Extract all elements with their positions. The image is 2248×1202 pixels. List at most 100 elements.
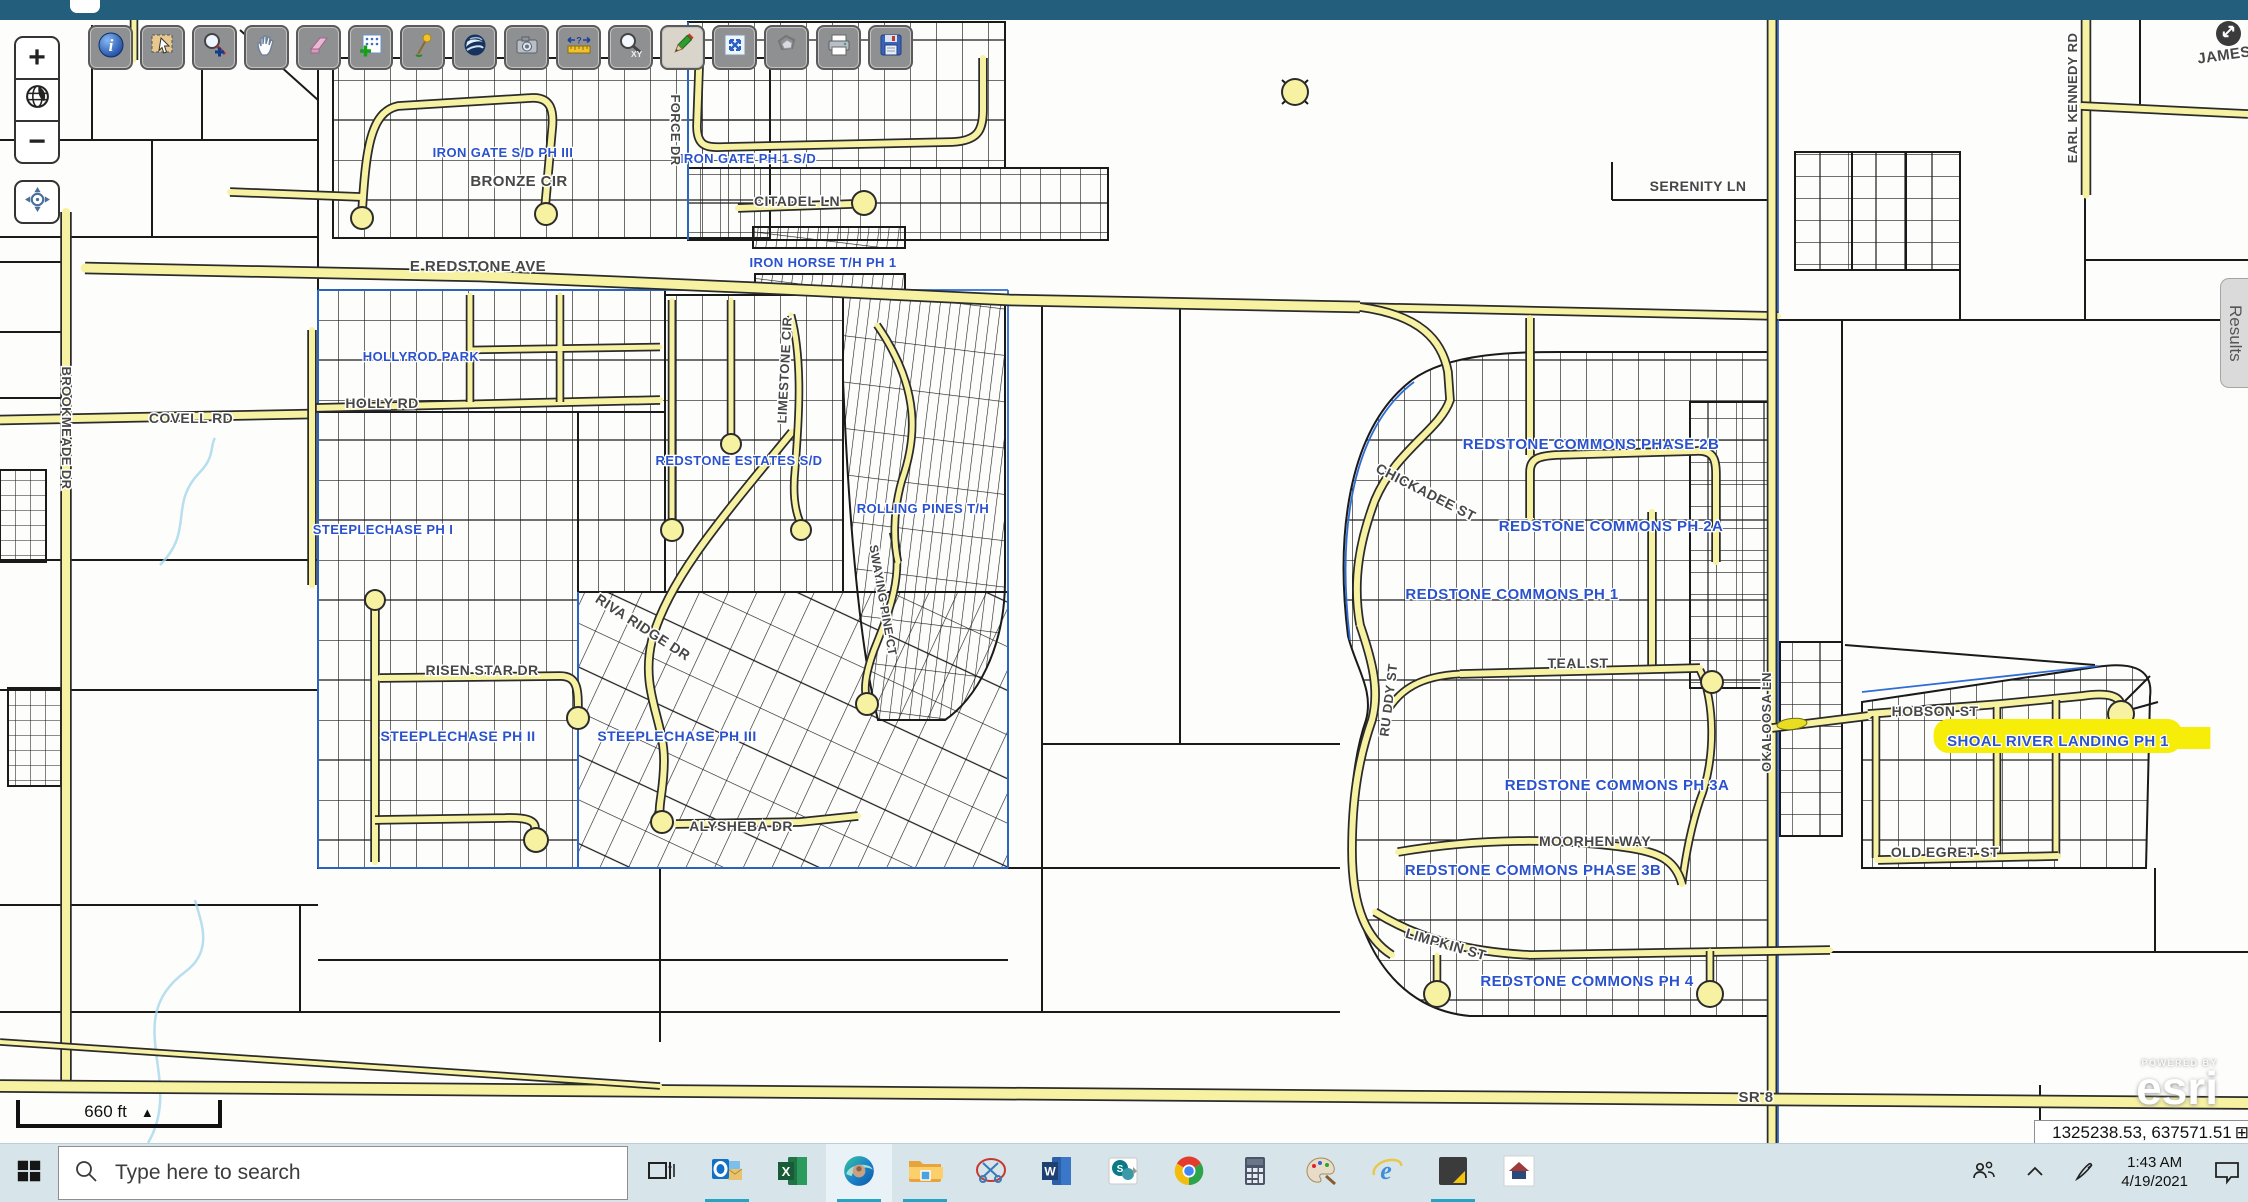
people-icon[interactable]: [1969, 1157, 1999, 1187]
map-label-alysheba-dr: ALYSHEBA DR: [689, 818, 793, 834]
print-icon: [825, 31, 853, 64]
edge-icon: [841, 1153, 877, 1194]
map-label-iron-gate-ph-1-s-d: IRON GATE PH 1 S/D: [680, 151, 816, 166]
full-extent-button[interactable]: [712, 25, 757, 70]
home-app-icon: [1502, 1154, 1536, 1193]
map-label-old-egret-st: OLD EGRET ST: [1891, 844, 1999, 860]
placemark-icon: [409, 31, 437, 64]
start-button[interactable]: [0, 1144, 58, 1202]
scale-bar: 660 ft ▲: [16, 1100, 222, 1128]
map-label-okaloosa-ln: OKALOOSA LN: [1759, 672, 1774, 772]
map-label-citadel-ln: CITADEL LN: [754, 193, 840, 209]
pan-icon: [253, 31, 281, 64]
search-result-highlight-tail: [2176, 727, 2210, 749]
save-icon: [877, 31, 905, 64]
zoom-out-glyph: −: [28, 125, 46, 159]
map-label-teal-st: TEAL ST: [1548, 655, 1609, 671]
map-label-hollyrod-park: HOLLYROD PARK: [363, 349, 480, 364]
chevron-up-icon[interactable]: [2023, 1160, 2047, 1184]
map-label-iron-horse-t-h-ph-1: IRON HORSE T/H PH 1: [749, 255, 896, 270]
task-view-button[interactable]: [628, 1144, 694, 1202]
clock-time: 1:43 AM: [2121, 1153, 2188, 1172]
pen-icon[interactable]: [2071, 1159, 2097, 1185]
map-label-e-redstone-ave: E REDSTONE AVE: [410, 258, 546, 275]
buffer-icon: [773, 31, 801, 64]
pan-mode-button[interactable]: [14, 180, 60, 224]
zoom-panel: + −: [14, 36, 60, 164]
placemark-tool-button[interactable]: [400, 25, 445, 70]
map-label-steeplechase-ph-i: STEEPLECHASE PH I: [313, 522, 453, 537]
globe-icon: [24, 83, 51, 118]
zoom-out-button[interactable]: −: [16, 120, 58, 162]
collapse-arrow-icon: [2221, 24, 2236, 44]
outlook-icon: [710, 1154, 744, 1193]
taskbar-app-excel[interactable]: X: [760, 1144, 826, 1202]
camera-icon: [513, 31, 541, 64]
crosshair-icon: [24, 186, 51, 218]
map-canvas[interactable]: IRON GATE S/D PH IIIIRON GATE PH 1 S/DIR…: [0, 0, 2248, 1201]
map-label-bronze-cir: BRONZE CIR: [470, 173, 567, 190]
pan-tool-button[interactable]: [244, 25, 289, 70]
svg-text:S: S: [1117, 1164, 1124, 1175]
map-label-steeplechase-ph-iii: STEEPLECHASE PH III: [597, 728, 756, 744]
taskbar-app-file-explorer[interactable]: [892, 1144, 958, 1202]
select-features-button[interactable]: [140, 25, 185, 70]
map-label-hobson-st: HOBSON ST: [1892, 703, 1979, 719]
coordinate-readout: 1325238.53, 637571.51 ⊞: [2034, 1120, 2248, 1145]
print-tool-button[interactable]: [816, 25, 861, 70]
zoom-to-xy-button[interactable]: XY: [608, 25, 653, 70]
save-tool-button[interactable]: [868, 25, 913, 70]
taskbar-app-paint[interactable]: [1288, 1144, 1354, 1202]
map-label-force-dr: FORCE DR: [668, 94, 683, 165]
taskbar-app-word[interactable]: W: [1024, 1144, 1090, 1202]
map-label-earl-kennedy-rd: EARL KENNEDY RD: [2065, 33, 2080, 163]
svg-text:X: X: [782, 1164, 791, 1179]
measure-tool-button[interactable]: ?: [556, 25, 601, 70]
clock-date: 4/19/2021: [2121, 1172, 2188, 1191]
results-tab[interactable]: Results: [2220, 278, 2248, 388]
expand-coordinates-icon[interactable]: ⊞: [2235, 1124, 2248, 1141]
taskbar-app-snipping-tool[interactable]: [958, 1144, 1024, 1202]
taskbar-app-internet-explorer[interactable]: e: [1354, 1144, 1420, 1202]
map-label-redstone-commons-ph-1: REDSTONE COMMONS PH 1: [1405, 586, 1618, 603]
zoom-in-button[interactable]: +: [16, 38, 58, 78]
globe-view-button[interactable]: [452, 25, 497, 70]
world-extent-button[interactable]: [16, 78, 58, 120]
identify-button[interactable]: i: [88, 25, 133, 70]
browser-top-bar: [0, 0, 2248, 20]
map-label-serenity-ln: SERENITY LN: [1650, 178, 1747, 194]
calculator-icon: [1238, 1154, 1272, 1193]
erase-icon: [305, 31, 333, 64]
taskbar-clock[interactable]: 1:43 AM 4/19/2021: [2121, 1153, 2188, 1191]
identify-icon: i: [96, 30, 126, 65]
action-center-icon[interactable]: [2212, 1157, 2242, 1187]
taskbar-app-outlook[interactable]: [694, 1144, 760, 1202]
windows-logo-icon: [15, 1157, 43, 1190]
buffer-tool-button[interactable]: [764, 25, 809, 70]
system-tray: 1:43 AM 4/19/2021: [1969, 1143, 2242, 1201]
windows-taskbar: X W Se: [0, 1143, 2248, 1202]
map-label-covell-rd: COVELL RD: [149, 410, 233, 426]
taskbar-app-chrome[interactable]: [1156, 1144, 1222, 1202]
taskbar-app-calculator[interactable]: [1222, 1144, 1288, 1202]
eraser-tool-button[interactable]: [296, 25, 341, 70]
add-features-button[interactable]: [348, 25, 393, 70]
taskbar-app-home-app[interactable]: [1486, 1144, 1552, 1202]
zoom-in-tool-button[interactable]: [192, 25, 237, 70]
taskbar-app-gis-app[interactable]: [1420, 1144, 1486, 1202]
taskbar-app-edge[interactable]: [826, 1144, 892, 1202]
zoomxy-icon: XY: [617, 31, 645, 64]
taskbar-app-sharepoint[interactable]: S: [1090, 1144, 1156, 1202]
map-label-redstone-commons-ph-3a: REDSTONE COMMONS PH 3A: [1505, 777, 1729, 794]
taskbar-search: [58, 1146, 628, 1200]
svg-text:?: ?: [576, 36, 582, 46]
results-tab-label: Results: [2225, 305, 2245, 362]
close-panel-button[interactable]: [2216, 21, 2241, 46]
snapshot-tool-button[interactable]: [504, 25, 549, 70]
select-icon: [149, 31, 177, 64]
excel-icon: X: [776, 1154, 810, 1193]
file-explorer-icon: [907, 1153, 943, 1194]
draw-tool-button[interactable]: [660, 25, 705, 70]
svg-text:i: i: [108, 36, 113, 55]
search-input[interactable]: [113, 1160, 613, 1186]
